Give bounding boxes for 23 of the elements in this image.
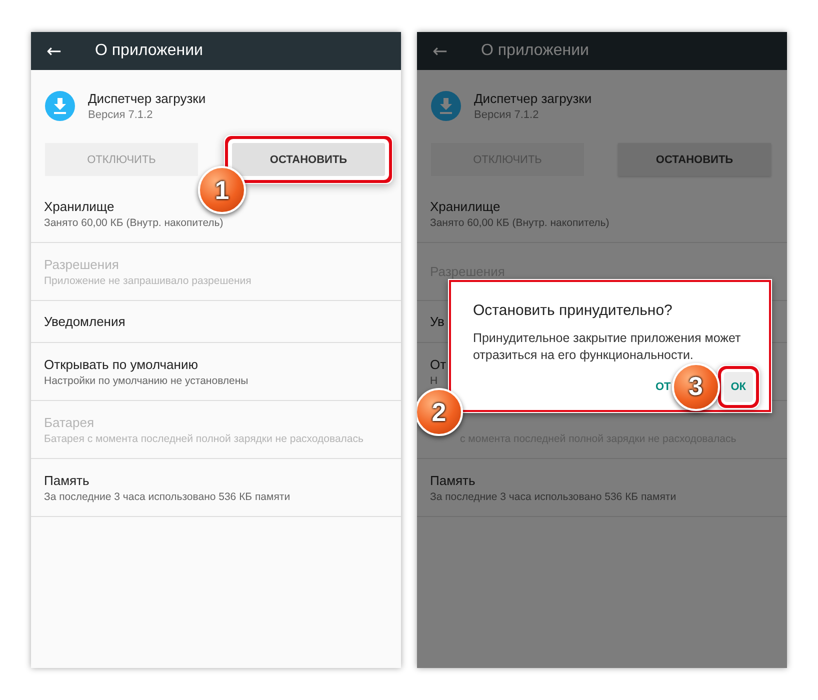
step-badge: 1	[198, 166, 246, 214]
dialog-title: Остановить принудительно?	[473, 302, 674, 319]
dialog-message: Принудительное закрытие приложения может отразиться на его функциональности.	[473, 330, 742, 364]
app-version: Версия 7.1.2	[88, 109, 154, 121]
step-badge: 2	[417, 388, 463, 436]
back-button[interactable]: ←	[417, 40, 463, 62]
app-version: Версия 7.1.2	[474, 109, 540, 121]
download-icon	[431, 91, 461, 121]
settings-item[interactable]: Уведомления	[31, 301, 401, 343]
settings-item[interactable]: Память За последние 3 часа использовано 536 КБ памяти	[31, 459, 401, 517]
step-badge: 3	[672, 362, 720, 411]
screen-title: О приложении	[481, 42, 589, 60]
settings-item[interactable]: Память За последние 3 часа использовано 536 КБ памяти	[417, 459, 787, 517]
settings-item[interactable]: Хранилище Занято 60,00 КБ (Внутр. накопитель)	[417, 185, 787, 243]
back-button[interactable]: ←	[31, 40, 77, 62]
settings-item[interactable]: Открывать по умолчанию Настройки по умолчанию не установлены	[31, 343, 401, 401]
dialog-action-button[interactable]: ОК	[724, 372, 753, 402]
app-name: Диспетчер загрузки	[88, 91, 206, 106]
stop-button[interactable]: ОСТАНОВИТЬ	[618, 143, 771, 176]
app-name: Диспетчер загрузки	[474, 91, 592, 106]
download-icon	[45, 91, 75, 121]
stop-button[interactable]: ОСТАНОВИТЬ	[232, 143, 385, 176]
screen-title: О приложении	[95, 42, 203, 60]
